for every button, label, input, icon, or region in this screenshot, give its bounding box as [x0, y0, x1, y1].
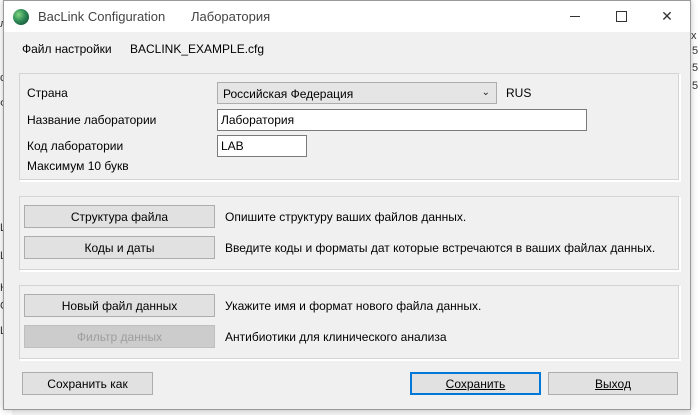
window-subtitle: Лаборатория: [191, 9, 271, 24]
lab-name-input[interactable]: Лаборатория: [217, 109, 587, 131]
save-as-button[interactable]: Сохранить как: [22, 372, 153, 395]
codes-dates-button[interactable]: Коды и даты: [24, 236, 215, 259]
data-filter-description: Антибиотики для клинического анализа: [225, 330, 447, 344]
close-button[interactable]: ✕: [644, 1, 690, 32]
background-window-right: x 5 5 5: [691, 0, 699, 415]
lab-name-value: Лаборатория: [221, 113, 295, 127]
exit-button-label: Выход: [595, 376, 631, 391]
country-select[interactable]: Российская Федерация ⌄: [217, 82, 497, 104]
exit-button[interactable]: Выход: [548, 372, 678, 395]
file-structure-description: Опишите структуру ваших файлов данных.: [225, 210, 467, 224]
bg-fragment: x: [691, 30, 697, 42]
file-structure-button[interactable]: Структура файла: [24, 205, 215, 228]
country-label: Страна: [27, 86, 68, 100]
bg-fragment: 5: [692, 45, 699, 57]
lab-code-label: Код лаборатории: [27, 139, 124, 153]
new-data-file-description: Укажите имя и формат нового файла данных…: [225, 299, 482, 313]
file-structure-button-label: Структура файла: [70, 209, 169, 224]
config-dialog: BacLink Configuration Лаборатория ✕ Файл…: [3, 0, 691, 410]
save-button-label: Сохранить: [445, 376, 506, 391]
lab-code-value: LAB: [221, 139, 244, 153]
lab-code-input[interactable]: LAB: [217, 135, 307, 157]
title-bar: BacLink Configuration Лаборатория ✕: [4, 1, 690, 32]
save-button[interactable]: Сохранить: [410, 372, 541, 395]
lab-name-label: Название лаборатории: [27, 113, 157, 127]
data-filter-button[interactable]: Фильтр данных: [24, 325, 215, 348]
codes-dates-button-label: Коды и даты: [84, 240, 155, 255]
lab-code-hint: Максимум 10 букв: [27, 159, 129, 173]
bg-fragment: 5: [692, 62, 699, 74]
country-select-value: Российская Федерация: [223, 87, 354, 101]
bg-fragment: 5: [692, 80, 699, 92]
new-data-file-button[interactable]: Новый файл данных: [24, 294, 215, 317]
minimize-button[interactable]: [552, 1, 598, 32]
chevron-down-icon: ⌄: [481, 87, 490, 98]
new-data-file-button-label: Новый файл данных: [61, 298, 178, 313]
settings-file-label: Файл настройки: [22, 42, 112, 56]
globe-icon: [13, 9, 29, 25]
maximize-button[interactable]: [598, 1, 644, 32]
window-title: BacLink Configuration: [38, 9, 166, 24]
codes-dates-description: Введите коды и форматы дат которые встре…: [225, 241, 656, 255]
save-as-button-label: Сохранить как: [47, 376, 128, 391]
data-filter-button-label: Фильтр данных: [76, 329, 163, 344]
settings-file-value: BACLINK_EXAMPLE.cfg: [130, 42, 265, 56]
country-code: RUS: [506, 86, 532, 100]
